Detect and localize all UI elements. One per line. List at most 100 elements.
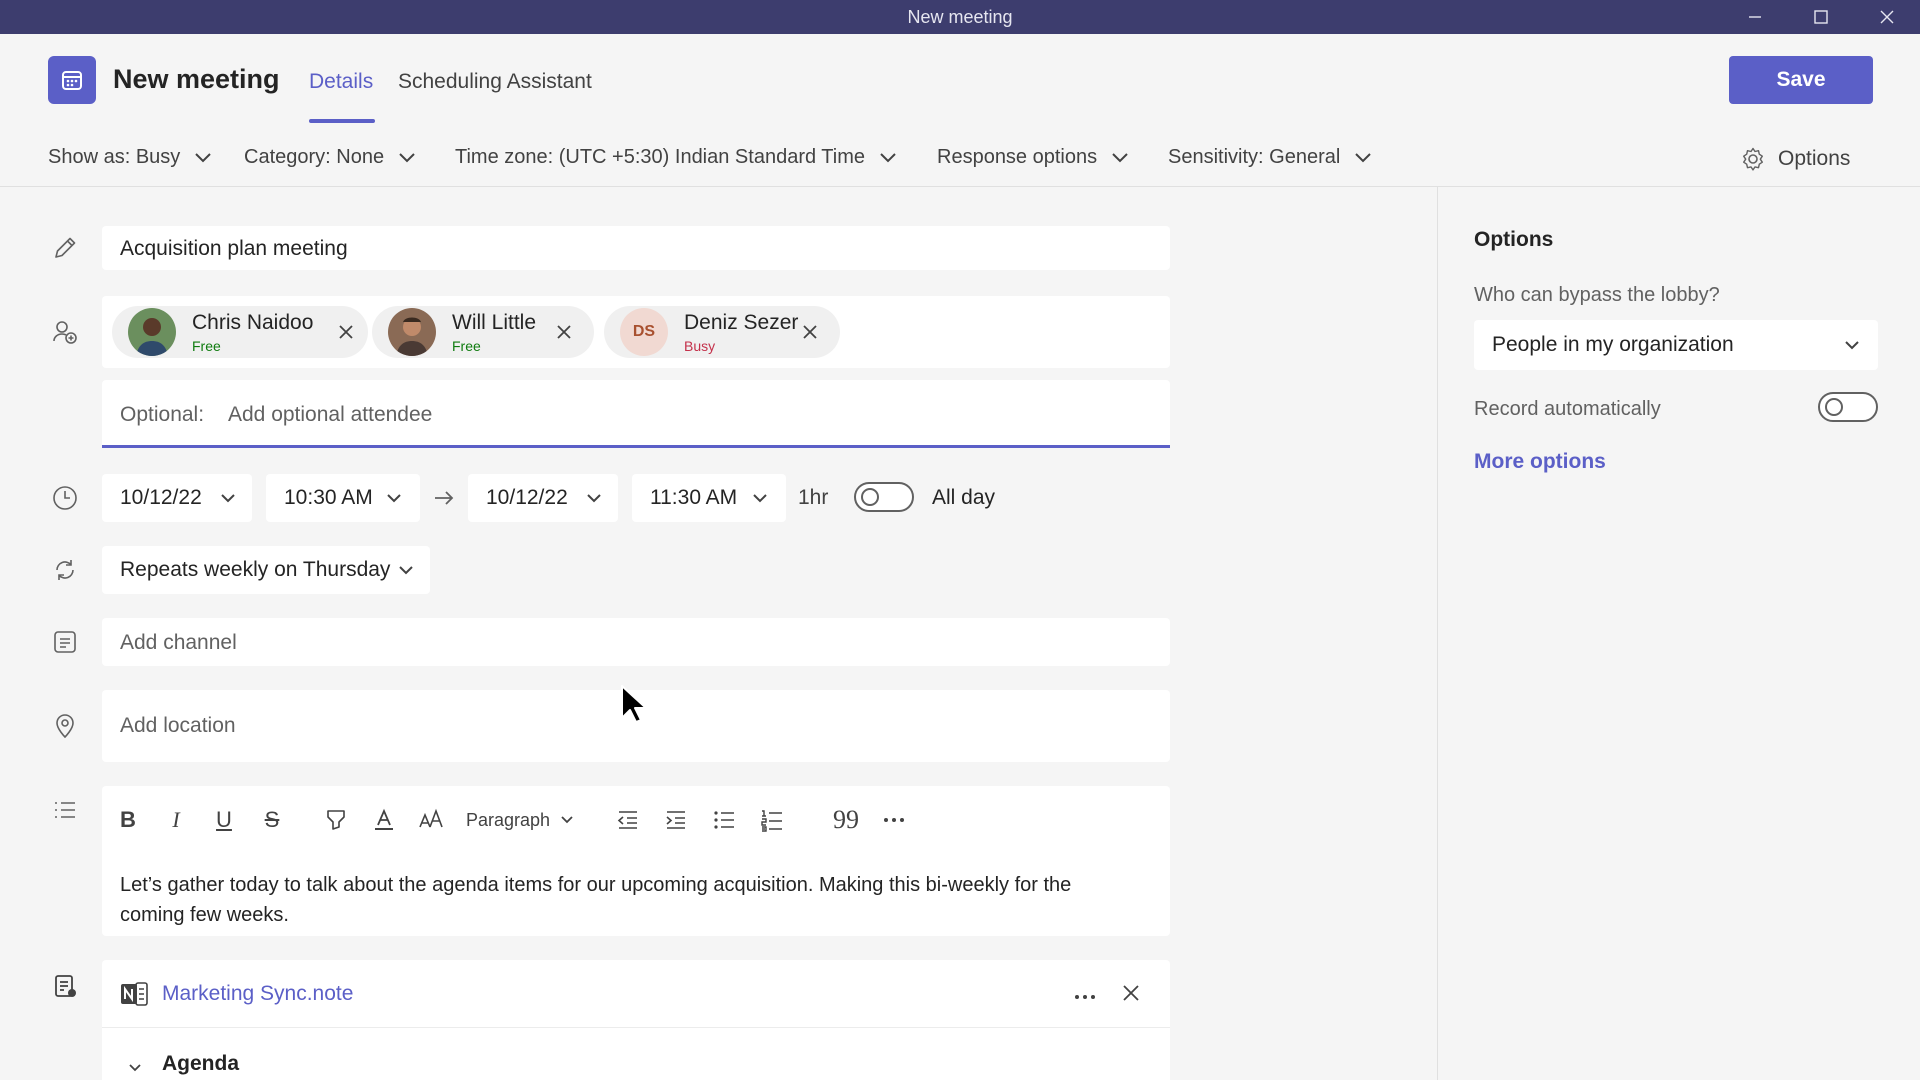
avatar: DS	[620, 308, 668, 356]
lobby-bypass-label: Who can bypass the lobby?	[1474, 284, 1720, 306]
location-icon	[51, 712, 79, 740]
all-day-toggle[interactable]	[854, 482, 914, 512]
category-label: Category: None	[244, 146, 385, 168]
notes-file-link[interactable]: Marketing Sync.note	[162, 982, 353, 1006]
show-as-dropdown[interactable]: Show as: Busy	[48, 146, 212, 169]
end-time-dropdown[interactable]: 11:30 AM	[632, 474, 786, 522]
record-automatically-toggle[interactable]	[1818, 392, 1878, 422]
minimize-icon[interactable]	[1724, 0, 1786, 34]
quote-icon[interactable]: 99	[832, 805, 860, 834]
add-people-icon	[51, 318, 79, 346]
bulleted-list-icon[interactable]	[710, 806, 738, 834]
start-time-value: 10:30 AM	[284, 486, 373, 509]
meeting-title-value: Acquisition plan meeting	[120, 237, 348, 260]
increase-indent-icon[interactable]	[662, 806, 690, 834]
chevron-down-icon[interactable]	[128, 1060, 142, 1078]
window-title: New meeting	[907, 7, 1013, 27]
strikethrough-icon[interactable]: S	[258, 806, 286, 834]
response-options-dropdown[interactable]: Response options	[937, 146, 1129, 169]
meeting-title-field[interactable]: Acquisition plan meeting	[102, 226, 1170, 270]
chevron-down-icon	[1355, 152, 1372, 162]
onenote-icon	[120, 980, 148, 1013]
sensitivity-label: Sensitivity: General	[1168, 146, 1341, 168]
more-options-link[interactable]: More options	[1474, 450, 1606, 474]
time-zone-label: Time zone: (UTC +5:30) Indian Standard T…	[455, 146, 865, 168]
chevron-down-icon	[561, 816, 573, 824]
save-button[interactable]: Save	[1729, 56, 1873, 104]
avatar	[388, 308, 436, 356]
divider	[1437, 187, 1438, 1080]
close-icon[interactable]	[1120, 982, 1142, 1009]
avatar	[128, 308, 176, 356]
divider	[102, 1027, 1170, 1028]
remove-attendee-icon[interactable]	[554, 322, 574, 342]
time-zone-dropdown[interactable]: Time zone: (UTC +5:30) Indian Standard T…	[455, 146, 897, 169]
decrease-indent-icon[interactable]	[614, 806, 642, 834]
options-panel-title: Options	[1474, 228, 1554, 251]
bold-icon[interactable]: B	[114, 806, 142, 834]
chevron-down-icon	[1112, 152, 1128, 162]
font-color-icon[interactable]	[370, 806, 398, 834]
attendee-name: Chris Naidoo	[192, 311, 314, 334]
options-label: Options	[1778, 147, 1851, 170]
optional-attendee-input[interactable]: Add optional attendee	[228, 403, 432, 427]
start-date-dropdown[interactable]: 10/12/22	[102, 474, 252, 522]
italic-icon[interactable]: I	[162, 806, 190, 834]
chevron-down-icon	[587, 494, 601, 503]
chevron-down-icon	[399, 566, 413, 575]
underline-icon[interactable]: U	[210, 806, 238, 834]
mouse-cursor-icon	[620, 684, 647, 729]
attendee-chip[interactable]: Will Little Free	[372, 306, 594, 358]
location-input[interactable]: Add location	[120, 714, 236, 738]
more-options-icon[interactable]	[880, 806, 908, 834]
remove-attendee-icon[interactable]	[336, 322, 356, 342]
lobby-bypass-value: People in my organization	[1492, 333, 1734, 356]
tab-details[interactable]: Details	[309, 70, 373, 94]
channel-field[interactable]: Add channel	[102, 618, 1170, 666]
category-dropdown[interactable]: Category: None	[244, 146, 416, 169]
repeat-icon	[51, 556, 79, 584]
end-date-dropdown[interactable]: 10/12/22	[468, 474, 618, 522]
more-options-icon[interactable]	[1074, 988, 1096, 1006]
chevron-down-icon	[195, 152, 212, 162]
paragraph-style-dropdown[interactable]: Paragraph	[462, 806, 578, 834]
highlight-icon[interactable]	[322, 806, 350, 834]
end-time-value: 11:30 AM	[650, 486, 738, 509]
response-options-label: Response options	[937, 146, 1098, 168]
chevron-down-icon	[753, 494, 767, 503]
meeting-notes-icon	[51, 972, 79, 1000]
numbered-list-icon[interactable]	[758, 806, 786, 834]
recurrence-dropdown[interactable]: Repeats weekly on Thursday	[102, 546, 430, 594]
options-button[interactable]: Options	[1740, 146, 1850, 172]
details-list-icon	[51, 796, 79, 824]
title-bar: New meeting	[0, 0, 1920, 34]
agenda-heading: Agenda	[162, 1052, 240, 1075]
description-text[interactable]: Let’s gather today to talk about the age…	[120, 870, 1140, 930]
description-editor[interactable]: B I U S Paragraph 99 Let’s gather today …	[102, 786, 1170, 936]
optional-attendees-field[interactable]: Optional: Add optional attendee	[102, 380, 1170, 448]
attendee-status: Busy	[684, 338, 716, 354]
attendee-chip[interactable]: DS Deniz Sezer Busy	[604, 306, 840, 358]
toggle-knob	[861, 488, 879, 506]
chevron-down-icon	[399, 152, 415, 162]
page-title: New meeting	[113, 64, 280, 94]
sensitivity-dropdown[interactable]: Sensitivity: General	[1168, 146, 1372, 169]
toggle-knob	[1825, 398, 1843, 416]
font-size-icon[interactable]	[418, 806, 446, 834]
channel-input[interactable]: Add channel	[120, 631, 237, 655]
channel-icon	[51, 628, 79, 656]
remove-attendee-icon[interactable]	[800, 322, 820, 342]
end-date-value: 10/12/22	[486, 486, 568, 509]
tab-scheduling-assistant[interactable]: Scheduling Assistant	[398, 70, 592, 94]
meeting-toolbar: Show as: Busy Category: None Time zone: …	[0, 134, 1920, 186]
attendee-name: Will Little	[452, 311, 537, 334]
start-time-dropdown[interactable]: 10:30 AM	[266, 474, 420, 522]
gear-icon	[1743, 147, 1763, 171]
close-icon[interactable]	[1856, 0, 1918, 34]
chevron-down-icon	[1845, 341, 1859, 350]
maximize-icon[interactable]	[1790, 0, 1852, 34]
header: New meeting Details Scheduling Assistant…	[0, 34, 1920, 123]
required-attendees-field[interactable]: Chris Naidoo Free Will Little Free DS De…	[102, 296, 1170, 368]
lobby-bypass-dropdown[interactable]: People in my organization	[1474, 320, 1878, 370]
attendee-chip[interactable]: Chris Naidoo Free	[112, 306, 368, 358]
